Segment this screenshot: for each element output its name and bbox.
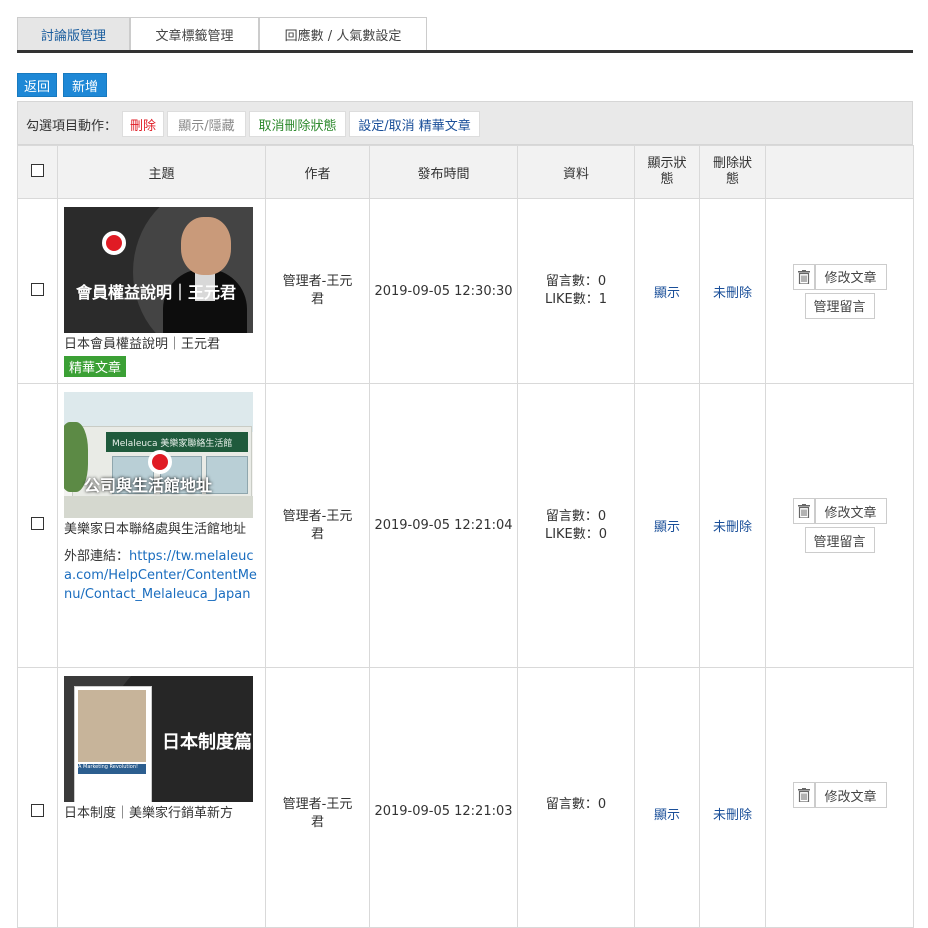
comment-count: 留言數：0 [545,274,607,289]
table-row: 會員權益說明｜王元君 日本會員權益說明｜王元君 精華文章 管理者-王元君 201… [17,198,914,384]
trash-icon[interactable] [792,782,815,808]
author-cell: 管理者-王元君 [265,198,370,384]
topic-cell: A Marketing Revolution! 日本制度篇 日本制度｜美樂家行銷… [57,667,266,928]
edit-post-button[interactable]: 修改文章 [814,782,887,808]
comment-count: 留言數：0 [545,797,607,812]
time-cell: 2019-09-05 12:21:04 [369,383,518,668]
bulk-toggle-visibility-button[interactable]: 顯示/隱藏 [167,111,246,137]
stats-cell: 留言數：0 LIKE數：0 [517,383,635,668]
topic-cell: Melaleuca 美樂家聯絡生活館 公司與生活館地址 美樂家日本聯絡處與生活館… [57,383,266,668]
like-count: LIKE數：0 [544,526,608,542]
bulk-action-label: 勾選項目動作： [26,119,118,134]
row-select-cell [17,383,58,668]
post-title[interactable]: 美樂家日本聯絡處與生活館地址 [64,520,259,539]
like-count: LIKE數：1 [544,292,608,307]
author-cell: 管理者-王元君 [265,667,370,928]
delete-status[interactable]: 未刪除 [699,667,766,928]
post-thumbnail[interactable]: A Marketing Revolution! 日本制度篇 [64,676,253,802]
tab-forum-management[interactable]: 討論版管理 [17,17,130,50]
display-status[interactable]: 顯示 [634,198,700,384]
trash-icon[interactable] [792,498,815,524]
tab-response-settings[interactable]: 回應數 / 人氣數設定 [259,17,427,50]
red-dot-icon [148,450,172,474]
row-checkbox[interactable] [31,804,44,817]
thumbnail-title: 公司與生活館地址 [84,476,213,495]
stats-cell: 留言數：0 LIKE數：1 [517,198,635,384]
post-thumbnail[interactable]: Melaleuca 美樂家聯絡生活館 公司與生活館地址 [64,392,253,518]
post-title[interactable]: 日本制度｜美樂家行銷革新方 [64,804,259,823]
select-all-checkbox[interactable] [31,163,44,177]
edit-post-button[interactable]: 修改文章 [814,498,887,524]
row-checkbox[interactable] [31,517,44,530]
table-row: Melaleuca 美樂家聯絡生活館 公司與生活館地址 美樂家日本聯絡處與生活館… [17,383,914,668]
tab-tag-management[interactable]: 文章標籤管理 [130,17,259,50]
manage-comments-button[interactable]: 管理留言 [804,292,875,319]
actions-cell: 修改文章 管理留言 [765,198,914,384]
time-cell: 2019-09-05 12:30:30 [369,198,518,384]
time-cell: 2019-09-05 12:21:03 [369,667,518,928]
col-header-data: 資料 [517,145,635,199]
comment-count: 留言數：0 [545,508,607,524]
actions-cell: 修改文章 [765,667,914,928]
red-dot-icon [102,231,126,255]
select-all-cell [17,145,58,199]
col-header-display: 顯示狀態 [634,145,700,199]
thumbnail-title: 日本制度篇 [162,732,252,753]
thumbnail-sign: Melaleuca 美樂家聯絡生活館 [106,432,248,452]
trash-icon[interactable] [792,263,815,290]
bulk-action-bar: 勾選項目動作： 刪除 顯示/隱藏 取消刪除狀態 設定/取消 精華文章 [17,101,913,145]
edit-post-button[interactable]: 修改文章 [814,263,887,290]
author-cell: 管理者-王元君 [265,383,370,668]
delete-status[interactable]: 未刪除 [699,198,766,384]
post-table: 主題 作者 發布時間 資料 顯示狀態 刪除狀態 會員權益說明｜王元君 日本會員權… [17,145,914,928]
post-thumbnail[interactable]: 會員權益說明｜王元君 [64,207,253,333]
thumbnail-title: 會員權益說明｜王元君 [76,283,237,302]
post-title[interactable]: 日本會員權益說明｜王元君 [64,335,259,354]
row-select-cell [17,198,58,384]
delete-status[interactable]: 未刪除 [699,383,766,668]
col-header-actions [765,145,914,199]
row-select-cell [17,667,58,928]
back-button[interactable]: 返回 [17,73,57,97]
add-button[interactable]: 新增 [63,73,107,97]
bulk-delete-button[interactable]: 刪除 [122,111,164,137]
external-link: 外部連結：https://tw.melaleuca.com/HelpCenter… [64,549,257,602]
bulk-undelete-button[interactable]: 取消刪除狀態 [249,111,346,137]
col-header-author: 作者 [265,145,370,199]
tab-bar: 討論版管理 文章標籤管理 回應數 / 人氣數設定 [17,17,913,53]
col-header-deleted: 刪除狀態 [699,145,766,199]
stats-cell: 留言數：0 [517,667,635,928]
row-checkbox[interactable] [31,282,44,296]
featured-badge: 精華文章 [64,356,127,377]
table-row: A Marketing Revolution! 日本制度篇 日本制度｜美樂家行銷… [17,667,914,928]
bulk-featured-button[interactable]: 設定/取消 精華文章 [349,111,480,137]
table-header: 主題 作者 發布時間 資料 顯示狀態 刪除狀態 [17,145,914,199]
display-status[interactable]: 顯示 [634,383,700,668]
actions-cell: 修改文章 管理留言 [765,383,914,668]
thumbnail-band: A Marketing Revolution! [78,764,146,774]
topic-cell: 會員權益說明｜王元君 日本會員權益說明｜王元君 精華文章 [57,198,266,384]
display-status[interactable]: 顯示 [634,667,700,928]
col-header-topic: 主題 [57,145,266,199]
col-header-time: 發布時間 [369,145,518,199]
manage-comments-button[interactable]: 管理留言 [804,527,875,553]
